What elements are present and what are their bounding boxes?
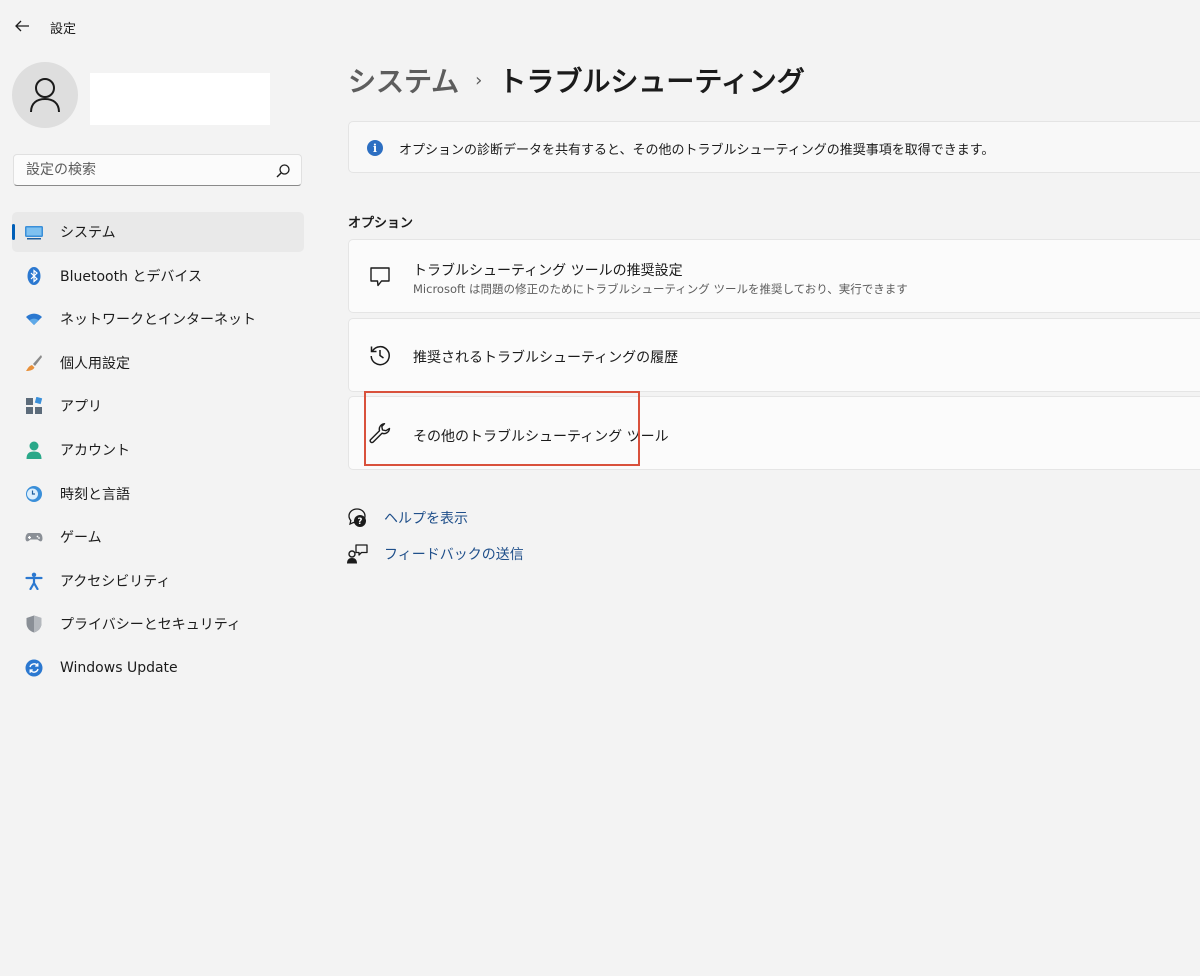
avatar[interactable] [12,62,78,128]
back-arrow-icon [15,20,29,32]
chat-bubble-icon [370,267,390,287]
sidebar-item-accounts[interactable]: アカウント [12,430,304,470]
sidebar-item-label: Windows Update [60,659,178,676]
sidebar-item-apps[interactable]: アプリ [12,386,304,426]
page-title: トラブルシューティング [498,65,805,98]
feedback-icon [347,544,368,564]
svg-text:?: ? [358,517,363,527]
sidebar-item-system[interactable]: システム [12,212,304,252]
breadcrumb-separator: › [475,69,483,91]
search-input[interactable] [14,155,264,185]
info-text: オプションの診断データを共有すると、その他のトラブルシューティングの推奨事項を取… [399,143,995,158]
gamepad-icon [25,533,43,542]
app-title: 設定 [50,22,77,37]
sidebar-item-label: ネットワークとインターネット [60,312,256,329]
breadcrumb: システム › トラブルシューティング [348,60,805,100]
help-link[interactable]: ? ヘルプを表示 [346,507,468,529]
info-icon: i [367,140,383,156]
brush-icon [26,354,42,371]
sidebar-nav: システム Bluetooth とデバイス ネットワークとインターネット 個人用設… [12,212,304,692]
apps-icon [26,397,43,415]
card-title: トラブルシューティング ツールの推奨設定 [413,263,683,279]
update-icon [25,659,43,677]
settings-search[interactable] [13,154,302,186]
search-icon[interactable] [275,163,291,179]
feedback-link[interactable]: フィードバックの送信 [346,543,524,565]
sidebar-item-time-language[interactable]: 時刻と言語 [12,474,304,514]
options-section-title: オプション [348,216,414,231]
sidebar-item-windows-update[interactable]: Windows Update [12,648,304,688]
info-bar: i オプションの診断データを共有すると、その他のトラブルシューティングの推奨事項… [348,121,1200,173]
sidebar-item-label: 個人用設定 [60,355,130,372]
username-redacted [90,73,270,125]
person-icon [30,78,60,113]
sidebar-item-gaming[interactable]: ゲーム [12,517,304,557]
sidebar-item-label: プライバシーとセキュリティ [60,617,241,634]
card-title: 推奨されるトラブルシューティングの履歴 [413,350,679,366]
user-profile[interactable] [12,62,312,128]
shield-icon [26,615,42,633]
sidebar-item-label: 時刻と言語 [60,486,130,503]
recommended-troubleshooting-history-card[interactable]: 推奨されるトラブルシューティングの履歴 [348,318,1200,392]
sidebar-item-label: アカウント [60,442,130,459]
sidebar-item-accessibility[interactable]: アクセシビリティ [12,561,304,601]
sidebar-item-bluetooth[interactable]: Bluetooth とデバイス [12,256,304,296]
sidebar-item-personalization[interactable]: 個人用設定 [12,343,304,383]
sidebar-item-label: Bluetooth とデバイス [60,268,202,285]
title-bar: 設定 [0,0,1200,52]
highlight-annotation [364,391,640,466]
sidebar-item-label: アクセシビリティ [60,573,171,590]
history-icon [370,345,390,366]
recommended-troubleshooter-settings-card[interactable]: トラブルシューティング ツールの推奨設定 Microsoft は問題の修正のため… [348,239,1200,313]
help-icon: ? [348,508,366,527]
link-label[interactable]: ヘルプを表示 [384,508,468,528]
account-icon [26,441,42,459]
card-subtitle: Microsoft は問題の修正のためにトラブルシューティング ツールを推奨して… [413,282,908,296]
sidebar-item-network[interactable]: ネットワークとインターネット [12,299,304,339]
sidebar-item-label: アプリ [60,399,102,416]
sidebar-item-label: システム [60,225,116,241]
sidebar-item-label: ゲーム [60,530,102,547]
link-label[interactable]: フィードバックの送信 [384,544,524,564]
breadcrumb-parent[interactable]: システム [348,60,459,100]
display-icon [25,226,43,240]
back-button[interactable] [10,14,34,38]
accessibility-icon [25,572,43,590]
wifi-icon [26,313,42,326]
bluetooth-icon [27,266,41,285]
sidebar-item-privacy-security[interactable]: プライバシーとセキュリティ [12,604,304,644]
time-language-icon [26,485,42,502]
